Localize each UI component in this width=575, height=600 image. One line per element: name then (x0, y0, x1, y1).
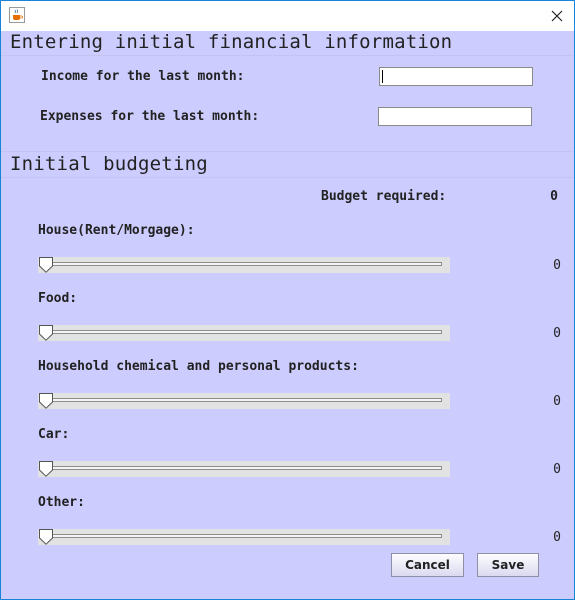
house-label: House(Rent/Morgage): (38, 223, 195, 238)
slider-track (46, 330, 442, 334)
java-coffee-cup-icon (9, 7, 25, 23)
budget-required-label: Budget required: (321, 189, 447, 204)
expenses-field[interactable] (378, 107, 532, 126)
financial-section-title: Entering initial financial information (10, 31, 453, 53)
house-value: 0 (553, 258, 561, 273)
income-label: Income for the last month: (41, 69, 245, 84)
slider-thumb[interactable] (38, 529, 54, 545)
food-value: 0 (553, 326, 561, 341)
house-slider[interactable] (38, 257, 450, 273)
slider-track (46, 398, 442, 402)
slider-thumb[interactable] (38, 393, 54, 409)
cancel-button[interactable]: Cancel (391, 553, 464, 577)
slider-thumb[interactable] (38, 461, 54, 477)
food-slider[interactable] (38, 325, 450, 341)
close-button[interactable] (540, 1, 574, 31)
car-label: Car: (38, 427, 70, 442)
section-divider (1, 177, 574, 178)
title-bar[interactable] (1, 1, 574, 31)
budget-section-title: Initial budgeting (10, 153, 208, 175)
section-divider (1, 151, 574, 152)
slider-track (46, 262, 442, 266)
save-button[interactable]: Save (477, 553, 539, 577)
dialog-content: Entering initial financial information I… (1, 31, 574, 599)
text-caret (382, 70, 383, 83)
other-label: Other: (38, 495, 85, 510)
budget-required-value: 0 (550, 189, 558, 204)
household-products-slider[interactable] (38, 393, 450, 409)
slider-thumb[interactable] (38, 257, 54, 273)
budget-dialog-window: Entering initial financial information I… (0, 0, 575, 600)
other-value: 0 (553, 530, 561, 545)
slider-track (46, 466, 442, 470)
income-field[interactable] (379, 67, 533, 86)
slider-track (46, 534, 442, 538)
car-slider[interactable] (38, 461, 450, 477)
other-slider[interactable] (38, 529, 450, 545)
household-products-value: 0 (553, 394, 561, 409)
expenses-label: Expenses for the last month: (40, 109, 260, 124)
household-products-label: Household chemical and personal products… (38, 359, 359, 374)
slider-thumb[interactable] (38, 325, 54, 341)
section-divider (1, 55, 574, 56)
car-value: 0 (553, 462, 561, 477)
food-label: Food: (38, 291, 78, 306)
close-icon (551, 7, 563, 26)
